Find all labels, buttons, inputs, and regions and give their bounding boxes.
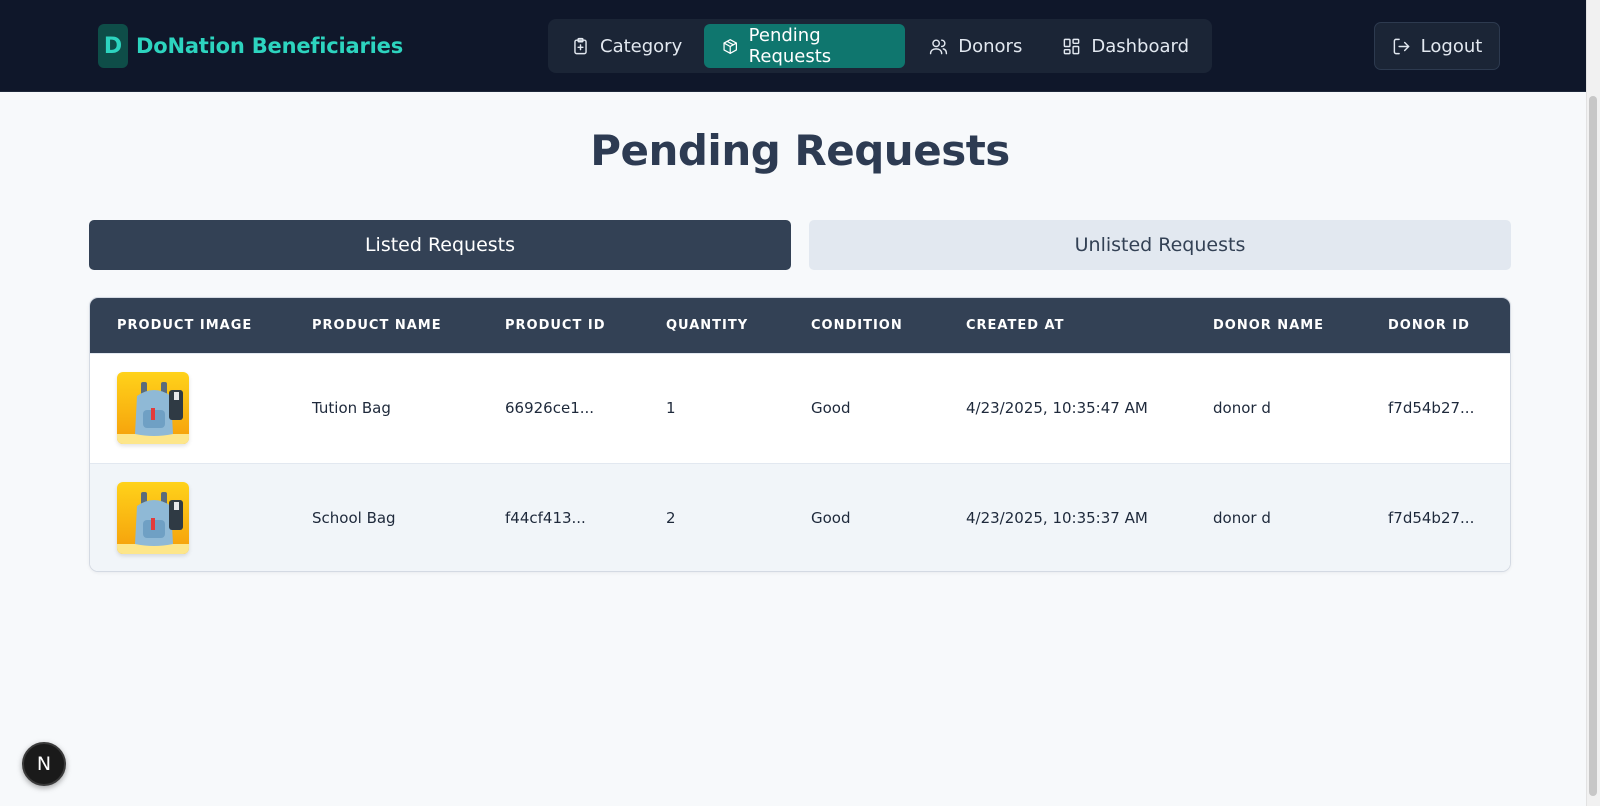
column-header[interactable]: DONOR NAME [1186,298,1361,353]
scrollbar-thumb[interactable] [1589,96,1597,796]
table-header-row: PRODUCT IMAGE PRODUCT NAME PRODUCT ID QU… [90,298,1510,353]
column-header[interactable]: PRODUCT IMAGE [90,298,285,353]
quantity-cell: 1 [666,399,676,417]
column-header[interactable]: QUANTITY [639,298,784,353]
quantity-cell: 2 [666,509,676,528]
nav-item-label: Pending Requests [748,25,832,67]
donor-id-cell: f7d54b27... [1388,509,1475,528]
tab-unlisted-requests[interactable]: Unlisted Requests [809,220,1511,270]
nav-item-label: Donors [958,35,1023,57]
column-header[interactable]: DONOR ID [1361,298,1510,353]
product-id-cell: 66926ce1... [505,399,595,417]
nextjs-dev-badge[interactable]: N [22,742,66,786]
logout-label: Logout [1420,35,1483,57]
product-image[interactable] [117,482,189,555]
condition-cell: Good [811,399,851,417]
nav-item-dashboard[interactable]: Dashboard [1044,24,1207,68]
clipboard-plus-icon [574,37,587,54]
column-header[interactable]: CREATED AT [939,298,1186,353]
nav-item-category[interactable]: Category [553,24,700,68]
created-at-cell: 4/23/2025, 10:35:47 AM [966,399,1148,417]
users-icon [930,38,948,54]
nav-item-label: Dashboard [1091,35,1189,57]
table-row[interactable]: Tution Bag 66926ce1... 1 Good 4/23/2025,… [90,353,1510,463]
product-id-cell: f44cf413... [505,509,586,528]
nav-item-donors[interactable]: Donors [911,24,1040,68]
tab-listed-requests[interactable]: Listed Requests [89,220,791,270]
log-out-icon [1393,38,1410,54]
main-nav: Category Pending Requests Donors Dashboa… [548,19,1212,73]
condition-cell: Good [811,509,851,528]
brand-name: DoNation Beneficiaries [136,34,404,58]
nav-item-label: Category [600,35,683,57]
package-icon [723,38,738,54]
product-image[interactable] [117,372,189,444]
brand-logo: D [98,24,128,68]
created-at-cell: 4/23/2025, 10:35:37 AM [966,509,1148,528]
top-navigation-bar: D DoNation Beneficiaries Category Pendin… [0,0,1586,92]
table-row[interactable]: School Bag f44cf413... 2 Good 4/23/2025,… [90,463,1510,571]
page-title: Pending Requests [590,126,1010,175]
scrollbar-track[interactable] [1586,0,1600,806]
layout-grid-icon [1064,38,1080,54]
donor-name-cell: donor d [1213,399,1271,417]
backpack-photo [117,372,189,444]
backpack-photo [117,482,189,555]
product-name-cell: Tution Bag [312,399,391,417]
brand[interactable]: D DoNation Beneficiaries [98,24,403,68]
column-header[interactable]: PRODUCT ID [478,298,639,353]
column-header[interactable]: CONDITION [784,298,939,353]
nav-item-pending-requests[interactable]: Pending Requests [704,24,906,68]
donor-id-cell: f7d54b27... [1388,399,1475,417]
product-name-cell: School Bag [312,509,396,528]
requests-table: PRODUCT IMAGE PRODUCT NAME PRODUCT ID QU… [89,297,1511,572]
logout-button[interactable]: Logout [1374,22,1500,70]
column-header[interactable]: PRODUCT NAME [285,298,478,353]
donor-name-cell: donor d [1213,509,1271,528]
